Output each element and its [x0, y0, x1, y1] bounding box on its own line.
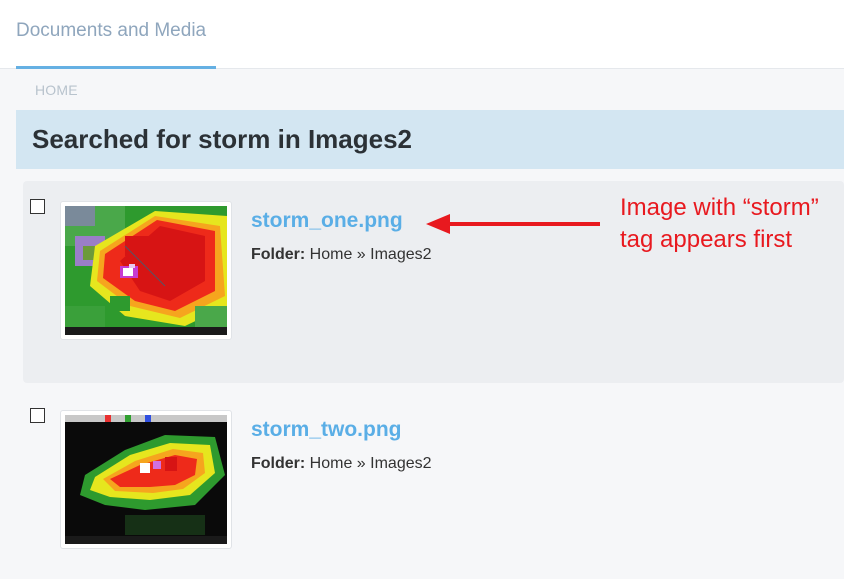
folder-info: Folder: Home » Images2: [251, 455, 432, 473]
tab-documents-and-media[interactable]: Documents and Media: [16, 0, 216, 69]
thumbnail-storm-two[interactable]: [60, 410, 232, 549]
annotation-line-1: Image with “storm”: [620, 194, 819, 221]
annotation-arrow-icon: [426, 214, 600, 234]
active-tab-indicator: [16, 66, 216, 69]
folder-label: Folder:: [251, 455, 306, 472]
thumbnail-storm-one[interactable]: [60, 201, 232, 340]
annotation-callout: Image with “storm” tag appears first: [620, 192, 844, 256]
radar-image-two: [65, 415, 227, 544]
select-checkbox[interactable]: [30, 408, 45, 423]
results-header: Searched for storm in Images2: [16, 110, 844, 169]
file-link-storm-one[interactable]: storm_one.png: [251, 209, 403, 233]
folder-info: Folder: Home » Images2: [251, 246, 432, 264]
breadcrumb-home[interactable]: HOME: [35, 82, 78, 98]
annotation-line-2: tag appears first: [620, 226, 793, 253]
file-link-storm-two[interactable]: storm_two.png: [251, 418, 402, 442]
top-bar: Documents and Media: [0, 0, 844, 69]
folder-path: Home » Images2: [309, 455, 432, 472]
folder-label: Folder:: [251, 246, 306, 263]
select-checkbox[interactable]: [30, 199, 45, 214]
radar-image-one: [65, 206, 227, 335]
result-row-2: storm_two.png Folder: Home » Images2: [23, 390, 844, 579]
folder-path: Home » Images2: [309, 246, 432, 263]
page-title: Searched for storm in Images2: [32, 124, 413, 154]
